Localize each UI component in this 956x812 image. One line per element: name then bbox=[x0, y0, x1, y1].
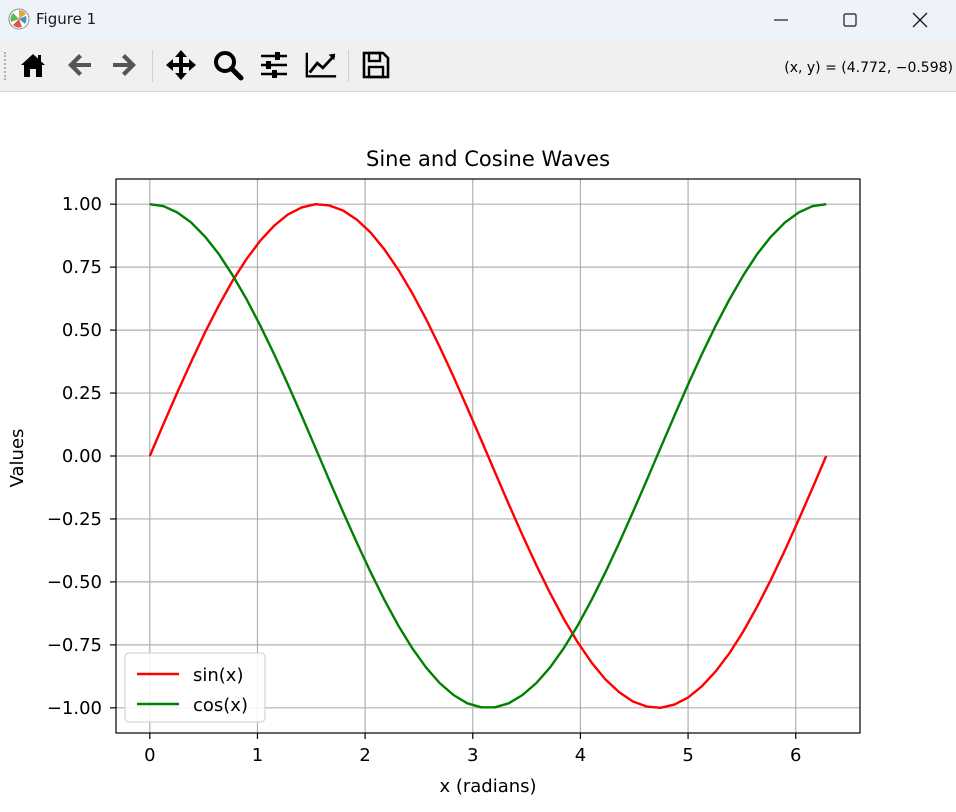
close-icon bbox=[912, 12, 928, 28]
home-button[interactable] bbox=[16, 48, 50, 82]
chart-svg[interactable]: 0 1 2 3 4 5 6 −1.00 −0.75 −0.50 −0.25 0.00 0.25 0.50 0… bbox=[0, 92, 956, 808]
window-title: Figure 1 bbox=[36, 10, 97, 28]
zoom-button[interactable] bbox=[211, 48, 245, 82]
figure-canvas[interactable]: 0 1 2 3 4 5 6 −1.00 −0.75 −0.50 −0.25 0.00 0.25 0.50 0… bbox=[0, 92, 956, 808]
y-tick-label: 0.25 bbox=[62, 383, 102, 404]
matplotlib-logo-icon bbox=[8, 8, 30, 30]
back-button[interactable] bbox=[62, 48, 96, 82]
y-tick-label: 0.00 bbox=[62, 446, 102, 467]
pan-move-icon bbox=[166, 50, 196, 80]
y-axis-label: Values bbox=[7, 429, 28, 488]
cursor-coordinates: (x, y) = (4.772, −0.598) bbox=[784, 60, 953, 76]
x-tick-label: 0 bbox=[144, 745, 155, 766]
y-tick-label: −0.75 bbox=[47, 635, 102, 656]
maximize-icon bbox=[843, 13, 857, 27]
save-floppy-icon bbox=[362, 51, 390, 79]
x-axis-label: x (radians) bbox=[439, 776, 536, 797]
toolbar-separator bbox=[152, 50, 153, 82]
y-tick-label: 0.75 bbox=[62, 257, 102, 278]
back-arrow-icon bbox=[68, 54, 91, 76]
legend-label-cos: cos(x) bbox=[193, 695, 248, 716]
configure-subplots-button[interactable] bbox=[257, 48, 291, 82]
forward-button[interactable] bbox=[108, 48, 142, 82]
legend: sin(x) cos(x) bbox=[124, 652, 266, 723]
forward-arrow-icon bbox=[113, 54, 136, 76]
toolbar-grip bbox=[4, 52, 10, 80]
x-tick-label: 5 bbox=[682, 745, 693, 766]
edit-axes-button[interactable] bbox=[304, 48, 338, 82]
x-tick-label: 4 bbox=[575, 745, 586, 766]
x-tick-label: 6 bbox=[790, 745, 801, 766]
pan-button[interactable] bbox=[164, 48, 198, 82]
chart-title: Sine and Cosine Waves bbox=[366, 147, 610, 171]
save-button[interactable] bbox=[359, 48, 393, 82]
x-tick-label: 2 bbox=[359, 745, 370, 766]
close-button[interactable] bbox=[897, 0, 943, 40]
minimize-icon bbox=[774, 19, 788, 21]
minimize-button[interactable] bbox=[758, 0, 804, 40]
y-tick-label: −0.50 bbox=[47, 572, 102, 593]
legend-label-sin: sin(x) bbox=[193, 665, 243, 686]
maximize-button[interactable] bbox=[827, 0, 873, 40]
toolbar-separator bbox=[348, 50, 349, 82]
y-tick-label: 1.00 bbox=[62, 194, 102, 215]
x-tick-label: 3 bbox=[467, 745, 478, 766]
edit-axes-icon bbox=[305, 52, 337, 78]
y-tick-label: −0.25 bbox=[47, 509, 102, 530]
window-titlebar: Figure 1 bbox=[0, 0, 956, 40]
y-tick-label: 0.50 bbox=[62, 320, 102, 341]
configure-subplots-icon bbox=[261, 52, 287, 78]
y-tick-label: −1.00 bbox=[47, 698, 102, 719]
home-icon bbox=[21, 54, 45, 77]
zoom-magnifier-icon bbox=[214, 51, 244, 81]
x-tick-label: 1 bbox=[252, 745, 263, 766]
